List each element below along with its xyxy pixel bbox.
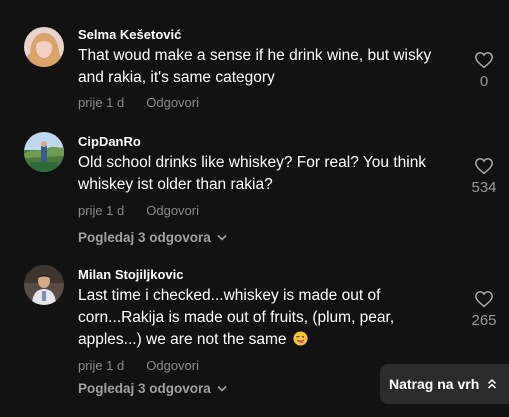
avatar[interactable] [24, 265, 64, 305]
reply-button[interactable]: Odgovori [146, 358, 199, 373]
comment-text: Last time i checked...whiskey is made ou… [78, 285, 458, 351]
comment-time: prije 1 d [78, 203, 125, 218]
avatar-landscape-photo-icon [24, 132, 64, 172]
avatar[interactable] [24, 132, 64, 172]
winking-face-with-tongue-icon [293, 331, 308, 346]
comment-meta: prije 1 d Odgovori [78, 95, 199, 110]
comment-meta: prije 1 d Odgovori [78, 203, 199, 218]
view-replies-label: Pogledaj 3 odgovora [78, 381, 211, 396]
like-count: 0 [479, 73, 489, 90]
avatar-woman-photo-icon [24, 27, 64, 67]
back-to-top-label: Natrag na vrh [389, 376, 480, 392]
like-count: 265 [471, 312, 497, 329]
view-replies-button[interactable]: Pogledaj 3 odgovora [78, 230, 227, 245]
comment-text-body: Last time i checked...whiskey is made ou… [78, 287, 395, 348]
like-button[interactable]: 0 [464, 51, 504, 90]
double-chevron-up-icon [488, 378, 497, 389]
view-replies-label: Pogledaj 3 odgovora [78, 230, 211, 245]
view-replies-button[interactable]: Pogledaj 3 odgovora [78, 381, 227, 396]
comment-author[interactable]: Milan Stojiljkovic [78, 267, 183, 282]
like-button[interactable]: 534 [464, 157, 504, 196]
reply-button[interactable]: Odgovori [146, 203, 199, 218]
heart-icon [475, 291, 493, 308]
avatar[interactable] [24, 27, 64, 67]
back-to-top-button[interactable]: Natrag na vrh [380, 364, 509, 404]
comments-panel: Selma Kešetović That woud make a sense i… [0, 0, 509, 417]
comment-time: prije 1 d [78, 358, 125, 373]
comment-time: prije 1 d [78, 95, 125, 110]
chevron-down-icon [217, 385, 227, 392]
comment-text: That woud make a sense if he drink wine,… [78, 47, 432, 86]
comment-author[interactable]: Selma Kešetović [78, 27, 181, 42]
heart-icon [475, 158, 493, 175]
reply-button[interactable]: Odgovori [146, 95, 199, 110]
comment-author[interactable]: CipDanRo [78, 134, 141, 149]
heart-icon [475, 52, 493, 69]
like-count: 534 [471, 179, 497, 196]
comment-meta: prije 1 d Odgovori [78, 358, 199, 373]
avatar-man-photo-icon [24, 265, 64, 305]
comment-text: Old school drinks like whiskey? For real… [78, 154, 427, 193]
chevron-down-icon [217, 234, 227, 241]
like-button[interactable]: 265 [464, 290, 504, 329]
